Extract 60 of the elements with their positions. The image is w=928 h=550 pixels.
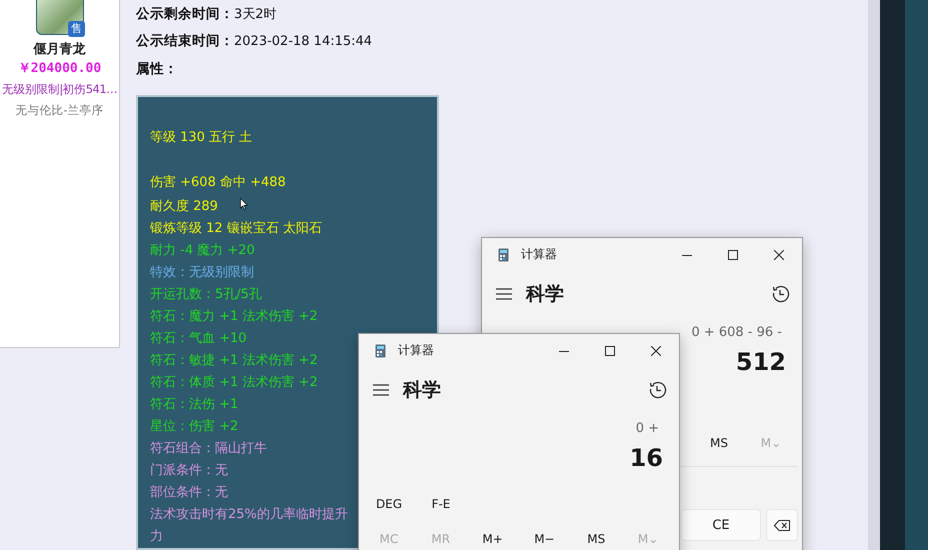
memory-button[interactable]: MS (570, 522, 622, 550)
expression-display: 0 + 608 - 96 - (691, 324, 782, 342)
result-display: 16 (630, 443, 663, 474)
clear-entry-button[interactable]: CE (681, 509, 761, 541)
item-tags: 无级别限制|初伤541… (0, 79, 119, 99)
attribute-line: 法术攻击时有25%的几率临时提升 (150, 506, 348, 524)
seller-name: 无与伦比-兰亭序 (14, 102, 105, 119)
field-value: 2023-02-18 14:15:44 (234, 34, 372, 49)
attribute-line: 符石：法伤 +1 (150, 396, 238, 414)
close-icon (651, 346, 661, 356)
menu-button[interactable] (496, 288, 512, 300)
window-title: 计算器 (521, 246, 557, 263)
window-title: 计算器 (398, 342, 434, 359)
menu-icon (496, 288, 512, 300)
attribute-line: 符石组合：隔山打牛 (150, 440, 267, 458)
field-value: 3天2时 (234, 6, 277, 23)
history-icon (772, 285, 790, 303)
attribute-line: 力 (150, 528, 163, 546)
mode-title: 科学 (526, 282, 564, 307)
mode-title: 科学 (403, 378, 441, 403)
attribute-line: 符石：体质 +1 法术伤害 +2 (150, 374, 318, 392)
backspace-button[interactable] (766, 509, 798, 541)
attribute-line: 星位：伤害 +2 (150, 418, 238, 436)
item-price: ￥204000.00 (16, 60, 102, 78)
memory-button[interactable]: MS (693, 426, 745, 460)
expression-display: 0 + (636, 420, 659, 438)
attribute-line: 符石：气血 +10 (150, 330, 247, 348)
mode-button[interactable]: F-E (415, 486, 467, 522)
attribute-line: 符石：敏捷 +1 法术伤害 +2 (150, 352, 318, 370)
close-icon (774, 250, 784, 260)
attribute-line: 耐久度 289 (150, 198, 218, 216)
mode-button[interactable]: DEG (363, 486, 415, 522)
history-icon (649, 381, 667, 399)
mouse-cursor-icon (240, 198, 248, 210)
menu-button[interactable] (373, 384, 389, 396)
history-button[interactable] (772, 285, 790, 303)
attribute-line: 锻炼等级 12 镶嵌宝石 太阳石 (150, 220, 322, 238)
memory-button[interactable]: M+ (466, 522, 518, 550)
menu-icon (373, 384, 389, 396)
attribute-line: 等级 130 五行 土 (150, 128, 252, 146)
field-label: 属性： (136, 60, 178, 78)
calculator-icon (375, 344, 386, 358)
field-label: 公示剩余时间： (136, 4, 234, 23)
history-button[interactable] (649, 381, 667, 399)
attribute-line: 伤害 +608 命中 +488 (150, 174, 286, 192)
attribute-line: 符石：魔力 +1 法术伤害 +2 (150, 308, 318, 326)
maximize-icon (728, 250, 738, 260)
maximize-icon (605, 346, 615, 356)
attribute-line: 部位条件：无 (150, 484, 228, 502)
attribute-line: 耐力 -4 魔力 +20 (150, 242, 255, 260)
backspace-icon (774, 520, 790, 530)
attribute-line: 门派条件：无 (150, 462, 228, 480)
result-display: 512 (736, 347, 786, 378)
item-name: 偃月青龙 (32, 41, 86, 59)
attribute-line: 特效：无级别限制 (150, 264, 254, 282)
memory-button[interactable]: M− (518, 522, 570, 550)
field-label: 公示结束时间： (136, 32, 234, 50)
calculator-icon (498, 248, 509, 262)
attribute-line: 开运孔数：5孔/5孔 (150, 286, 262, 304)
sale-badge: 售 (68, 21, 85, 37)
